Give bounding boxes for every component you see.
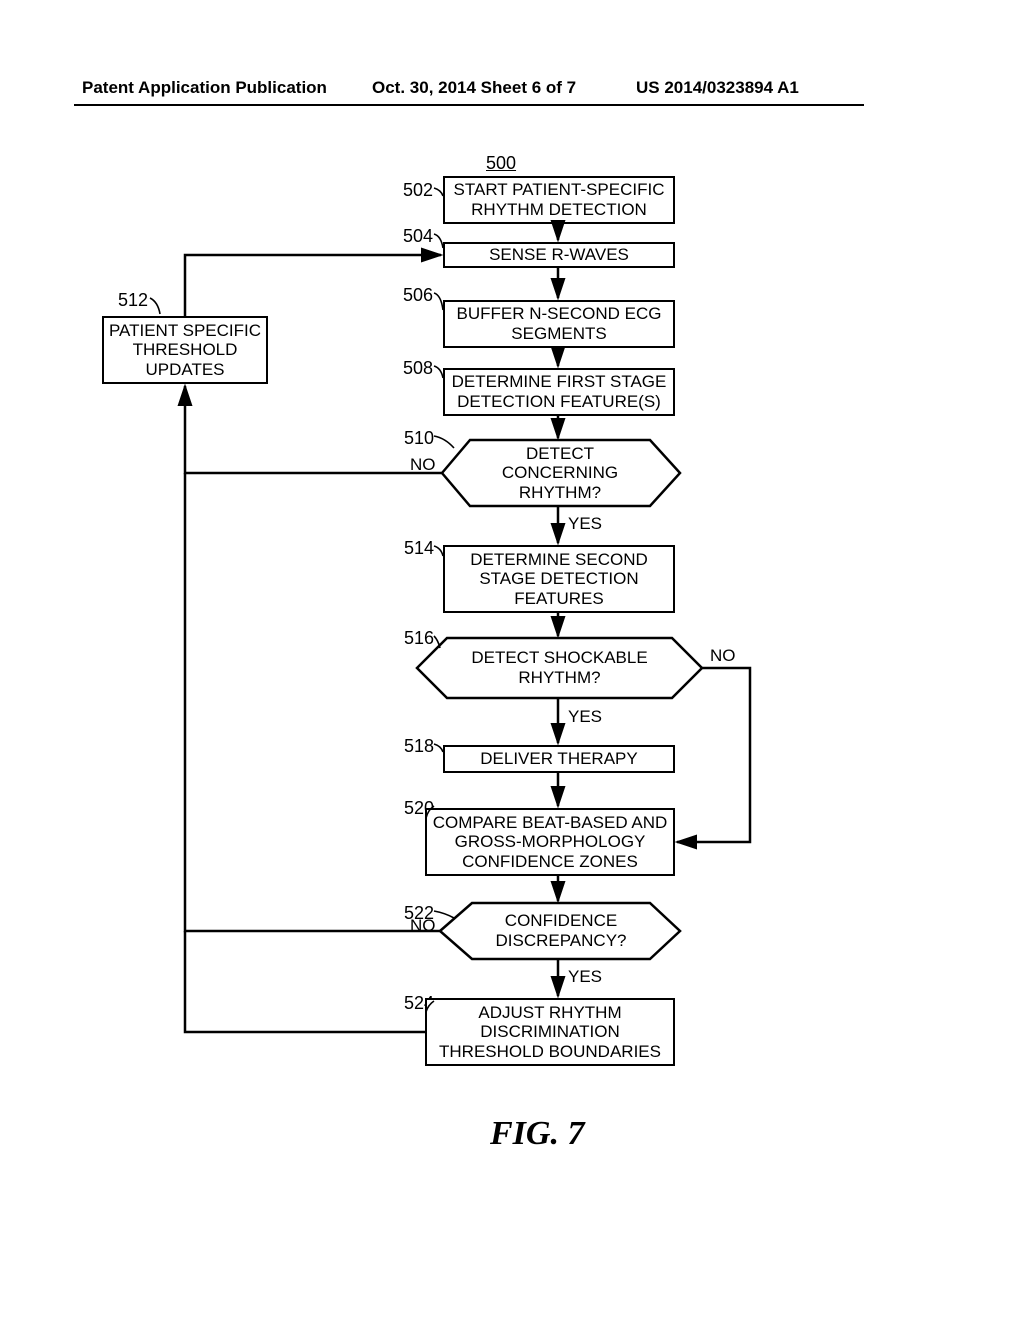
box-506-buffer: BUFFER N-SECOND ECG SEGMENTS xyxy=(443,300,675,348)
box-502-start: START PATIENT-SPECIFIC RHYTHM DETECTION xyxy=(443,176,675,224)
ref-502: 502 xyxy=(403,180,433,201)
label-yes-522: YES xyxy=(568,967,602,987)
ref-504: 504 xyxy=(403,226,433,247)
box-504-sense: SENSE R-WAVES xyxy=(443,242,675,268)
ref-512: 512 xyxy=(118,290,148,311)
label-no-516: NO xyxy=(710,646,736,666)
diamond-516-shockable: DETECT SHOCKABLE RHYTHM? xyxy=(447,638,672,698)
box-518-deliver: DELIVER THERAPY xyxy=(443,745,675,773)
header-right: US 2014/0323894 A1 xyxy=(636,78,799,98)
label-no-522: NO xyxy=(410,916,436,936)
ref-500: 500 xyxy=(486,153,516,174)
box-508-firststage: DETERMINE FIRST STAGE DETECTION FEATURE(… xyxy=(443,368,675,416)
ref-510: 510 xyxy=(404,428,434,449)
box-512-updates: PATIENT SPECIFIC THRESHOLD UPDATES xyxy=(102,316,268,384)
box-520-compare: COMPARE BEAT-BASED AND GROSS-MORPHOLOGY … xyxy=(425,808,675,876)
label-yes-516: YES xyxy=(568,707,602,727)
box-524-adjust: ADJUST RHYTHM DISCRIMINATION THRESHOLD B… xyxy=(425,998,675,1066)
figure-label: FIG. 7 xyxy=(490,1115,584,1153)
ref-506: 506 xyxy=(403,285,433,306)
header-divider xyxy=(74,104,864,106)
label-yes-510: YES xyxy=(568,514,602,534)
header-center: Oct. 30, 2014 Sheet 6 of 7 xyxy=(372,78,576,98)
header-left: Patent Application Publication xyxy=(82,78,327,98)
box-514-secondstage: DETERMINE SECOND STAGE DETECTION FEATURE… xyxy=(443,545,675,613)
ref-516: 516 xyxy=(404,628,434,649)
ref-508: 508 xyxy=(403,358,433,379)
diamond-522-discrepancy: CONFIDENCE DISCREPANCY? xyxy=(472,903,650,959)
ref-518: 518 xyxy=(404,736,434,757)
label-no-510: NO xyxy=(410,455,436,475)
ref-514: 514 xyxy=(404,538,434,559)
diamond-510-concerning: DETECT CONCERNING RHYTHM? xyxy=(470,440,650,506)
